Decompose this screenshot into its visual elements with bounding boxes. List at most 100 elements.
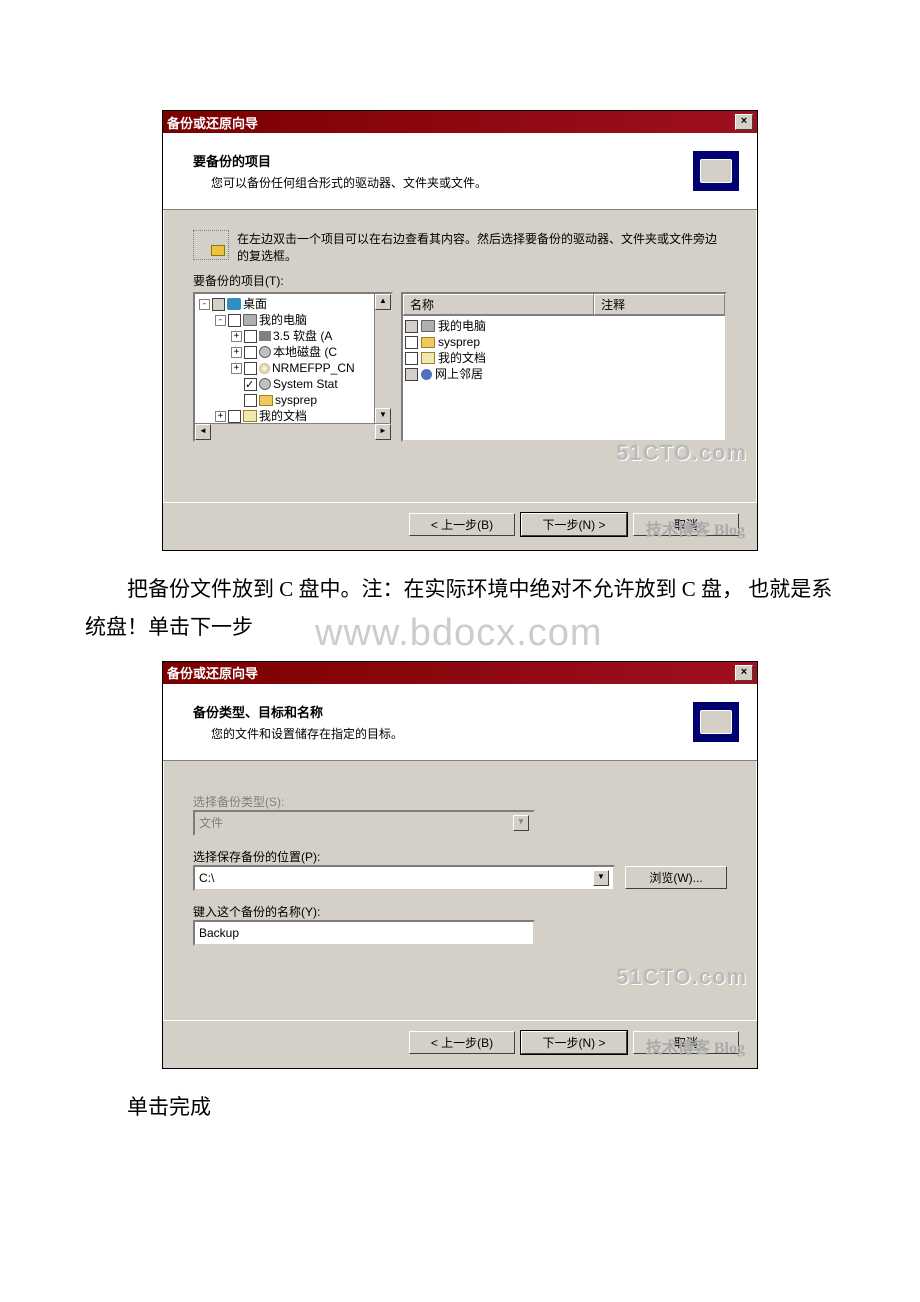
list-item[interactable]: 网上邻居 [405,366,723,382]
net-icon [421,369,432,380]
window-title: 备份或还原向导 [167,663,258,682]
next-button[interactable]: 下一步(N) > [521,1031,627,1054]
close-icon[interactable]: × [735,665,753,681]
tree-item[interactable]: +3.5 软盘 (A [197,328,389,344]
backup-wizard-dialog-target: 备份或还原向导 × 备份类型、目标和名称 您的文件和设置储存在指定的目标。 选择… [162,661,758,1069]
titlebar: 备份或还原向导 × [163,111,757,133]
back-button[interactable]: < 上一步(B) [409,1031,515,1054]
tree-item-label: 3.5 软盘 (A [273,328,332,344]
checkbox[interactable] [228,410,241,423]
cd-icon [259,363,270,374]
checkbox[interactable] [405,320,418,333]
docfolder-icon [243,410,257,422]
tree-item[interactable]: + NRMEFPP_CN [197,360,389,376]
wizard-header: 要备份的项目 您可以备份任何组合形式的驱动器、文件夹或文件。 [163,133,757,210]
tree-item[interactable]: + 本地磁盘 (C [197,344,389,360]
watermark-sub: 技术博客 Blog [646,516,745,540]
next-button[interactable]: 下一步(N) > [521,513,627,536]
collapse-icon[interactable]: - [215,315,226,326]
header-subtitle: 您的文件和设置储存在指定的目标。 [211,725,403,742]
body-paragraph-2: 单击完成 [85,1089,835,1127]
wizard-header: 备份类型、目标和名称 您的文件和设置储存在指定的目标。 [163,684,757,761]
checkbox[interactable] [405,336,418,349]
desktop-icon [227,298,241,310]
list-item[interactable]: sysprep [405,334,723,350]
tree-item-label: System Stat [273,376,338,392]
expand-icon[interactable]: + [231,363,242,374]
checkbox[interactable] [228,314,241,327]
list-item-label: sysprep [438,334,480,350]
tree-item-label: 我的电脑 [259,312,307,328]
checkbox[interactable] [244,346,257,359]
titlebar: 备份或还原向导 × [163,662,757,684]
doc-watermark: www.bdocx.com [315,599,603,667]
tree-item-label: 本地磁盘 (C [273,344,337,360]
col-name[interactable]: 名称 [403,294,594,315]
list-pane[interactable]: 名称 注释 我的电脑sysprep我的文档网上邻居 [401,292,727,442]
list-item-label: 我的文档 [438,350,486,366]
expand-icon[interactable]: + [231,331,242,342]
watermark: 51CTO.com [616,440,747,466]
checkbox[interactable] [405,368,418,381]
tree-item[interactable]: sysprep [197,392,389,408]
tree-item[interactable]: - 我的电脑 [197,312,389,328]
docfolder-icon [421,352,435,364]
tree-item[interactable]: System Stat [197,376,389,392]
list-item-label: 我的电脑 [438,318,486,334]
header-title: 备份类型、目标和名称 [193,702,403,721]
expand-icon[interactable]: + [231,347,242,358]
collapse-icon[interactable]: - [199,299,210,310]
label-backup-location: 选择保存备份的位置(P): [193,848,727,865]
folder-icon [259,395,273,406]
dropdown-icon[interactable]: ▼ [593,870,609,886]
list-item[interactable]: 我的文档 [405,350,723,366]
tree-item-label: 桌面 [243,296,267,312]
tree-item[interactable]: - 桌面 [197,296,389,312]
header-subtitle: 您可以备份任何组合形式的驱动器、文件夹或文件。 [211,174,487,191]
disk-icon [259,346,271,358]
scrollbar-vertical[interactable]: ▲▼ [374,294,391,424]
back-button[interactable]: < 上一步(B) [409,513,515,536]
computer-icon [421,320,435,332]
expand-icon[interactable]: + [215,411,226,422]
col-comment[interactable]: 注释 [594,294,725,315]
combo-backup-type: 文件 ▼ [193,810,535,836]
floppy-icon [259,331,271,341]
disk-icon [259,378,271,390]
close-icon[interactable]: × [735,114,753,130]
cursor-folder-icon [193,230,229,260]
items-label: 要备份的项目(T): [193,272,727,289]
watermark: 51CTO.com [616,964,747,990]
backup-icon [693,151,739,191]
backup-icon [693,702,739,742]
header-title: 要备份的项目 [193,151,487,170]
dropdown-icon: ▼ [513,815,529,831]
checkbox[interactable] [244,362,257,375]
watermark-sub: 技术博客 Blog [646,1034,745,1058]
backup-wizard-dialog-items: 备份或还原向导 × 要备份的项目 您可以备份任何组合形式的驱动器、文件夹或文件。… [162,110,758,551]
checkbox[interactable] [212,298,225,311]
tree-item[interactable]: + 我的文档 [197,408,389,424]
body-paragraph-1: 把备份文件放到 C 盘中。注：在实际环境中绝对不允许放到 C 盘， 也就是系统盘… [85,571,835,647]
input-backup-name[interactable]: Backup [193,920,535,946]
tree-item-label: 我的文档 [259,408,307,424]
checkbox[interactable] [244,330,257,343]
folder-icon [421,337,435,348]
window-title: 备份或还原向导 [167,113,258,132]
value-backup-type: 文件 [199,814,223,831]
label-backup-type: 选择备份类型(S): [193,793,727,810]
tree-pane[interactable]: -桌面-我的电脑+3.5 软盘 (A+本地磁盘 (C+NRMEFPP_CNSys… [193,292,393,442]
value-backup-location: C:\ [199,871,214,885]
checkbox[interactable] [405,352,418,365]
wizard-footer: < 上一步(B) 下一步(N) > 取消 技术博客 Blog [163,1020,757,1068]
combo-backup-location[interactable]: C:\ ▼ [193,865,615,891]
label-backup-name: 键入这个备份的名称(Y): [193,903,727,920]
checkbox[interactable] [244,394,257,407]
checkbox[interactable] [244,378,257,391]
list-item-label: 网上邻居 [435,366,483,382]
tree-item-label: sysprep [275,392,317,408]
scrollbar-horizontal[interactable]: ◄► [195,423,391,440]
tree-item-label: NRMEFPP_CN [272,360,355,376]
browse-button[interactable]: 浏览(W)... [625,866,727,889]
list-item[interactable]: 我的电脑 [405,318,723,334]
